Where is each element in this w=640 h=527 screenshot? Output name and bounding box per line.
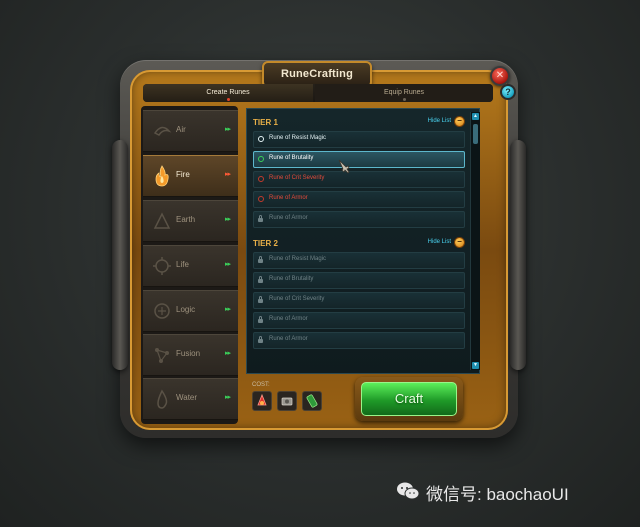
rune-row[interactable]: Rune of Armor: [253, 191, 465, 208]
red-crystal-icon: [252, 391, 272, 411]
tab-label: Create Runes: [206, 89, 250, 96]
craft-button[interactable]: Craft: [355, 377, 463, 421]
circle-icon: [258, 136, 264, 142]
collapse-icon[interactable]: −: [454, 116, 465, 127]
tier-title: TIER 2: [253, 239, 278, 248]
earth-icon: [151, 209, 173, 233]
rune-row: Rune of Resist Magic: [253, 252, 465, 269]
element-item-life[interactable]: Life ▸▸: [143, 245, 238, 287]
rune-row: Rune of Armor: [253, 312, 465, 329]
tier-title: TIER 1: [253, 118, 278, 127]
lock-icon: [258, 296, 263, 303]
rune-row[interactable]: Rune of Resist Magic: [253, 131, 465, 148]
active-tab-indicator: [227, 98, 230, 101]
rune-name: Rune of Crit Severity: [269, 175, 325, 181]
tab-equip-runes[interactable]: Equip Runes: [315, 84, 493, 102]
circle-icon: [258, 196, 264, 202]
element-label: Logic: [176, 305, 196, 314]
scroll-thumb[interactable]: [473, 124, 478, 144]
element-item-logic[interactable]: Logic ▸▸: [143, 290, 238, 332]
element-label: Water: [176, 393, 198, 402]
tier-heading: TIER 2 Hide List −: [253, 237, 465, 253]
right-handle: [510, 140, 526, 370]
rune-name: Rune of Resist Magic: [269, 135, 327, 141]
element-item-fire[interactable]: Fire ▸▸: [143, 155, 238, 197]
wechat-logo-icon: [397, 482, 420, 500]
rune-row: Rune of Crit Severity: [253, 292, 465, 309]
rune-row: Rune of Armor: [253, 332, 465, 349]
chevron-right-icon: ▸▸: [224, 306, 231, 313]
rune-name: Rune of Armor: [269, 215, 308, 221]
fusion-icon: [151, 343, 173, 367]
watermark-text: 微信号: baochaoUI: [426, 485, 569, 504]
element-item-earth[interactable]: Earth ▸▸: [143, 200, 238, 242]
green-battery-icon: [302, 391, 322, 411]
chevron-right-icon: ▸▸: [224, 126, 231, 133]
lock-icon: [258, 256, 263, 263]
close-button[interactable]: ✕: [490, 66, 510, 86]
cost-label: COST:: [252, 382, 270, 388]
hide-list-link[interactable]: Hide List: [428, 239, 451, 245]
rune-row[interactable]: Rune of Crit Severity: [253, 171, 465, 188]
scroll-up-icon[interactable]: ▲: [472, 113, 479, 120]
chevron-right-icon: ▸▸: [224, 216, 231, 223]
lock-icon: [258, 316, 263, 323]
rune-name: Rune of Armor: [269, 316, 308, 322]
chevron-right-icon: ▸▸: [224, 350, 231, 357]
help-button[interactable]: ?: [500, 84, 516, 100]
check-circle-icon: [258, 156, 264, 162]
element-item-fusion[interactable]: Fusion ▸▸: [143, 334, 238, 376]
chevron-right-icon: ▸▸: [224, 261, 231, 268]
element-label: Fire: [176, 170, 190, 179]
tab-create-runes[interactable]: Create Runes: [143, 84, 313, 102]
air-icon: [151, 119, 173, 143]
circle-icon: [258, 176, 264, 182]
lock-icon: [258, 276, 263, 283]
scroll-down-icon[interactable]: ▼: [472, 362, 479, 369]
rune-name: Rune of Resist Magic: [269, 256, 327, 262]
sword-cursor-icon: [338, 159, 350, 174]
tab-label: Equip Runes: [383, 89, 425, 96]
rune-name: Rune of Brutality: [269, 276, 314, 282]
water-icon: [151, 387, 173, 411]
rune-row[interactable]: Rune of Brutality: [253, 151, 465, 168]
element-label: Earth: [176, 215, 196, 224]
rune-row: Rune of Brutality: [253, 272, 465, 289]
rune-list-scrollbar[interactable]: ▲ ▼: [470, 112, 480, 370]
element-label: Fusion: [176, 349, 201, 358]
rune-name: Rune of Armor: [269, 336, 308, 342]
left-handle: [112, 140, 128, 370]
element-item-water[interactable]: Water ▸▸: [143, 378, 238, 420]
collapse-icon[interactable]: −: [454, 237, 465, 248]
rune-name: Rune of Crit Severity: [269, 296, 325, 302]
element-label: Life: [176, 260, 189, 269]
fire-icon: [151, 164, 173, 188]
rune-name: Rune of Armor: [269, 195, 308, 201]
rune-name: Rune of Brutality: [269, 155, 314, 161]
tier-heading: TIER 1 Hide List −: [253, 116, 465, 132]
lock-icon: [258, 336, 263, 343]
element-item-air[interactable]: Air ▸▸: [143, 110, 238, 152]
element-label: Air: [176, 125, 186, 134]
lock-icon: [258, 215, 263, 222]
chevron-right-icon: ▸▸: [224, 171, 231, 178]
rune-row: Rune of Armor: [253, 211, 465, 228]
logic-icon: [151, 299, 173, 323]
craft-button-label: Craft: [361, 382, 457, 416]
tab-indicator: [403, 98, 406, 101]
hide-list-link[interactable]: Hide List: [428, 118, 451, 124]
metal-gear-icon: [277, 391, 297, 411]
life-icon: [151, 254, 173, 278]
chevron-right-icon: ▸▸: [224, 394, 231, 401]
